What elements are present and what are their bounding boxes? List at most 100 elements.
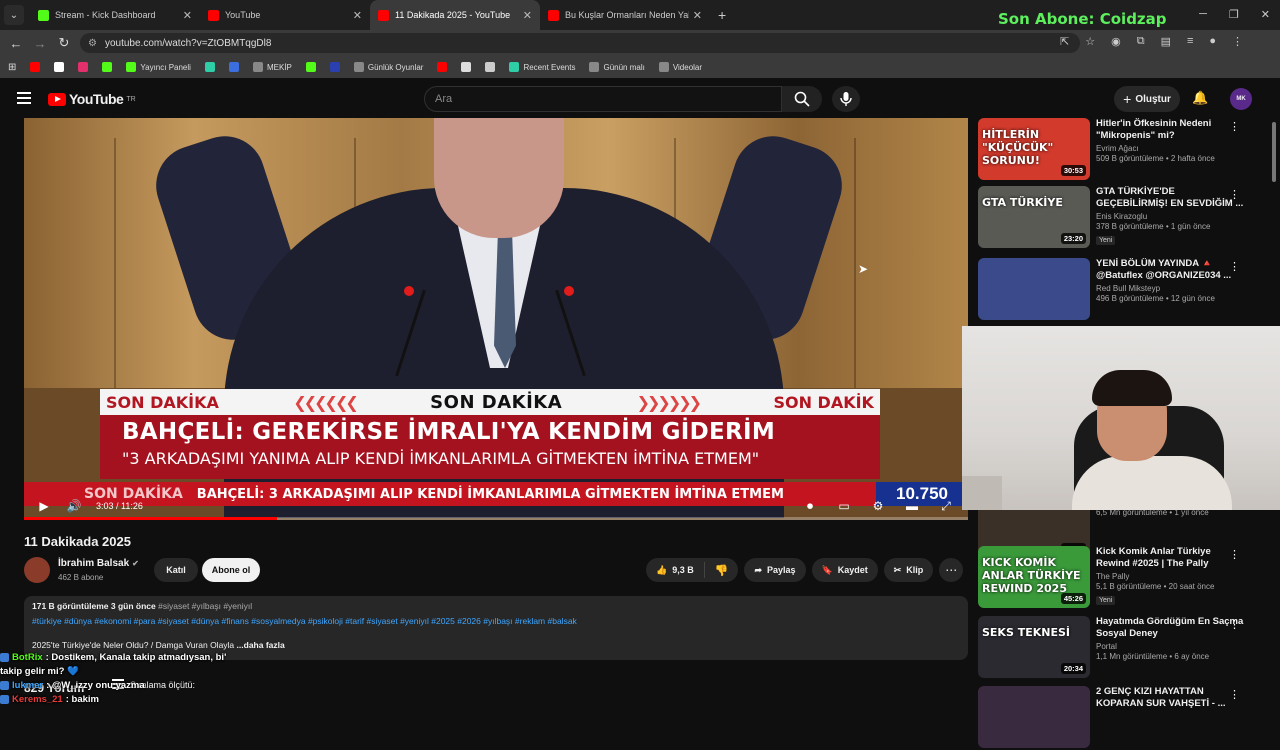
- apps-grid-icon[interactable]: ⊞: [8, 62, 16, 73]
- bookmark-star-icon[interactable]: ☆: [1085, 35, 1095, 48]
- voice-search-button[interactable]: [832, 86, 860, 112]
- recommended-video[interactable]: KICK KOMİK ANLAR TÜRKİYE REWIND 2025 45:2…: [978, 546, 1270, 610]
- bookmark-item[interactable]: [228, 62, 239, 72]
- video-channel[interactable]: Portal: [1096, 642, 1246, 651]
- subtitles-icon[interactable]: ▭: [836, 498, 852, 514]
- video-thumbnail[interactable]: HİTLERİN "KÜÇÜCÜK" SORUNU! 30:53: [978, 118, 1090, 180]
- more-options-icon[interactable]: ⋮: [1229, 120, 1240, 133]
- search-input[interactable]: Ara: [424, 86, 782, 112]
- play-icon[interactable]: ▶: [36, 498, 52, 514]
- bookmark-item[interactable]: [102, 62, 113, 72]
- video-thumbnail[interactable]: [978, 258, 1090, 320]
- video-channel[interactable]: Red Bull Miksteyp: [1096, 284, 1246, 293]
- video-player[interactable]: ➤ SON DAKİKA ❮❮❮❮❮❮ SON DAKİKA ❯❯❯❯❯❯ SO…: [24, 118, 968, 520]
- bookmark-item[interactable]: [305, 62, 316, 72]
- join-button[interactable]: Katıl: [154, 558, 198, 582]
- channel-name[interactable]: İbrahim Balsak ✔: [58, 558, 139, 569]
- like-button[interactable]: 👍 9,3 B: [646, 562, 705, 578]
- video-title[interactable]: GTA TÜRKİYE'DE GEÇEBİLİRMİŞ! EN SEVDİĞİM…: [1096, 186, 1246, 210]
- video-title[interactable]: 2 GENÇ KIZI HAYATTAN KOPARAN SUR VAHŞETİ…: [1096, 686, 1246, 710]
- bookmark-item[interactable]: [54, 62, 65, 72]
- sidepanel-icon[interactable]: ▤: [1161, 35, 1171, 48]
- more-options-icon[interactable]: ⋮: [1229, 260, 1240, 273]
- description-box[interactable]: 171 B görüntüleme 3 gün önce #siyaset #y…: [24, 596, 968, 660]
- recommended-video[interactable]: GTA TÜRKİYE 23:20 GTA TÜRKİYE'DE GEÇEBİLİR…: [978, 186, 1270, 250]
- bookmark-item[interactable]: [485, 62, 496, 72]
- video-title[interactable]: Hitler'in Öfkesinin Nedeni "Mikropenis" …: [1096, 118, 1246, 142]
- recommended-video[interactable]: 2 GENÇ KIZI HAYATTAN KOPARAN SUR VAHŞETİ…: [978, 686, 1270, 750]
- video-channel[interactable]: Enis Kirazoglu: [1096, 212, 1246, 221]
- bookmark-item[interactable]: Günün malı: [589, 62, 645, 72]
- settings-gear-icon[interactable]: ⚙: [870, 498, 886, 514]
- menu-icon[interactable]: [17, 92, 31, 107]
- bookmark-item[interactable]: Videolar: [658, 62, 702, 72]
- notifications-bell-icon[interactable]: 🔔: [1192, 90, 1208, 106]
- video-thumbnail[interactable]: [978, 686, 1090, 748]
- more-options-icon[interactable]: ⋮: [1229, 618, 1240, 631]
- browser-tab[interactable]: YouTube ✕: [200, 0, 370, 30]
- new-tab-button[interactable]: +: [718, 7, 726, 23]
- bookmark-item[interactable]: [30, 62, 41, 72]
- more-options-icon[interactable]: ⋮: [1229, 688, 1240, 701]
- site-info-icon[interactable]: ⚙: [88, 38, 97, 49]
- more-actions-button[interactable]: ⋯: [939, 558, 964, 582]
- save-button[interactable]: 🔖 Kaydet: [811, 558, 878, 582]
- bookmark-item[interactable]: Recent Events: [509, 62, 575, 72]
- channel-avatar[interactable]: [24, 557, 50, 583]
- video-title[interactable]: Hayatımda Gördüğüm En Saçma Sosyal Deney: [1096, 616, 1246, 640]
- recommended-video[interactable]: SEKS TEKNESİ 20:34 Hayatımda Gördüğüm En S…: [978, 616, 1270, 680]
- reload-icon[interactable]: ↻: [52, 35, 76, 51]
- create-button[interactable]: + Oluştur: [1114, 86, 1180, 112]
- account-avatar[interactable]: MK: [1230, 88, 1252, 110]
- bookmark-item[interactable]: MEKİP: [252, 62, 292, 72]
- hashtags[interactable]: #türkiye #dünya #ekonomi #para #siyaset …: [32, 616, 960, 626]
- more-options-icon[interactable]: ⋮: [1229, 188, 1240, 201]
- bookmark-item[interactable]: Yayıncı Paneli: [126, 62, 191, 72]
- scrollbar-thumb[interactable]: [1272, 122, 1276, 182]
- video-channel[interactable]: Evrim Ağacı: [1096, 144, 1246, 153]
- bookmark-item[interactable]: [437, 62, 448, 72]
- share-button[interactable]: ➦ Paylaş: [744, 558, 806, 582]
- recommended-video[interactable]: YENİ BÖLÜM YAYINDA 🔺 @Batuflex @ORGANIZE…: [978, 258, 1270, 322]
- subscribe-button[interactable]: Abone ol: [202, 558, 260, 582]
- dislike-button[interactable]: 👎: [705, 564, 739, 577]
- fullscreen-icon[interactable]: ⤢: [938, 498, 954, 514]
- clip-button[interactable]: ✂ Klip: [883, 558, 934, 582]
- sidebar-scrollbar[interactable]: [1270, 118, 1278, 318]
- minimize-icon[interactable]: ─: [1199, 8, 1207, 21]
- theater-mode-icon[interactable]: ▬: [904, 498, 920, 514]
- video-thumbnail[interactable]: GTA TÜRKİYE 23:20: [978, 186, 1090, 248]
- puzzle-icon[interactable]: ⧉: [1137, 35, 1145, 48]
- bookmark-item[interactable]: [78, 62, 89, 72]
- url-field[interactable]: ⚙ youtube.com/watch?v=ZtOBMTqgDl8: [80, 33, 1080, 53]
- media-icon[interactable]: ≡: [1187, 35, 1193, 48]
- bookmark-item[interactable]: [204, 62, 215, 72]
- tab-close-icon[interactable]: ✕: [183, 9, 192, 22]
- video-channel[interactable]: The Pally: [1096, 572, 1246, 581]
- install-app-icon[interactable]: ⇱: [1060, 35, 1069, 48]
- tab-close-icon[interactable]: ✕: [353, 9, 362, 22]
- autoplay-toggle-icon[interactable]: ⏺: [802, 498, 818, 514]
- show-more-link[interactable]: ...daha fazla: [237, 640, 285, 650]
- search-button[interactable]: [782, 86, 822, 112]
- youtube-logo[interactable]: YouTube TR: [48, 91, 136, 107]
- back-icon[interactable]: ←: [4, 36, 28, 51]
- tab-close-icon[interactable]: ✕: [523, 9, 532, 22]
- close-window-icon[interactable]: ✕: [1261, 8, 1270, 21]
- profile-icon[interactable]: ●: [1209, 35, 1216, 48]
- bookmark-item[interactable]: [461, 62, 472, 72]
- tab-close-icon[interactable]: ✕: [693, 9, 702, 22]
- browser-tab[interactable]: 11 Dakikada 2025 - YouTube ✕: [370, 0, 540, 30]
- video-thumbnail[interactable]: KICK KOMİK ANLAR TÜRKİYE REWIND 2025 45:2…: [978, 546, 1090, 608]
- volume-icon[interactable]: 🔊: [66, 498, 82, 514]
- tab-search-button[interactable]: ⌄: [4, 5, 24, 25]
- bookmark-item[interactable]: Günlük Oyunlar: [353, 62, 423, 72]
- video-title[interactable]: YENİ BÖLÜM YAYINDA 🔺 @Batuflex @ORGANIZE…: [1096, 258, 1246, 282]
- browser-tab[interactable]: Stream - Kick Dashboard ✕: [30, 0, 200, 30]
- bookmark-item[interactable]: [329, 62, 340, 72]
- browser-menu-icon[interactable]: ⋮: [1232, 35, 1243, 48]
- forward-icon[interactable]: →: [28, 36, 52, 51]
- recommended-video[interactable]: HİTLERİN "KÜÇÜCÜK" SORUNU! 30:53 Hitler'in…: [978, 118, 1270, 182]
- video-title[interactable]: Kick Komik Anlar Türkiye Rewind #2025 | …: [1096, 546, 1246, 570]
- extension-icon[interactable]: ◉: [1111, 35, 1121, 48]
